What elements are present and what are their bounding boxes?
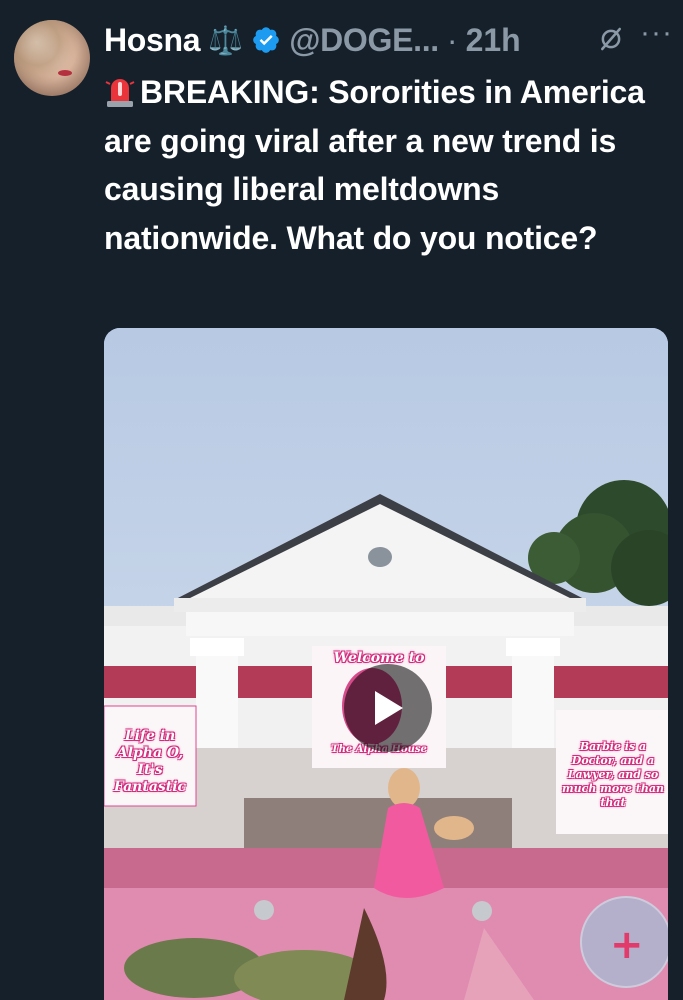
avatar-hair [14,20,90,96]
left-banner-text: Life in Alpha O, It's Fantastic [113,728,187,795]
grok-icon[interactable] [596,24,626,54]
video-media[interactable]: Welcome to The Alpha House Life in Alpha… [104,328,668,1000]
tweet-text: BREAKING: Sororities in America are goin… [104,68,664,262]
verified-badge-icon[interactable] [251,25,281,55]
play-button[interactable] [344,664,432,752]
right-banner-text: Barbie is a Doctor, and a Lawyer, and so… [562,740,664,809]
more-options-icon[interactable]: ··· [640,16,673,50]
play-icon [375,691,403,725]
author-handle[interactable]: @DOGE... [289,22,439,59]
author-name[interactable]: Hosna [104,22,201,59]
avatar-detail [58,70,72,76]
tweet-body: BREAKING: Sororities in America are goin… [104,74,645,256]
video-sticker: + [580,896,668,988]
police-light-emoji-icon [105,79,135,107]
separator-dot: · [446,21,458,58]
plus-icon: + [610,922,644,968]
center-banner-top-text: Welcome to [333,650,425,666]
timestamp[interactable]: 21h [466,22,521,59]
scales-emoji-icon: ⚖️ [208,24,244,56]
avatar[interactable] [14,20,90,96]
tweet-header: Hosna ⚖️ @DOGE... · 21h [104,18,521,62]
